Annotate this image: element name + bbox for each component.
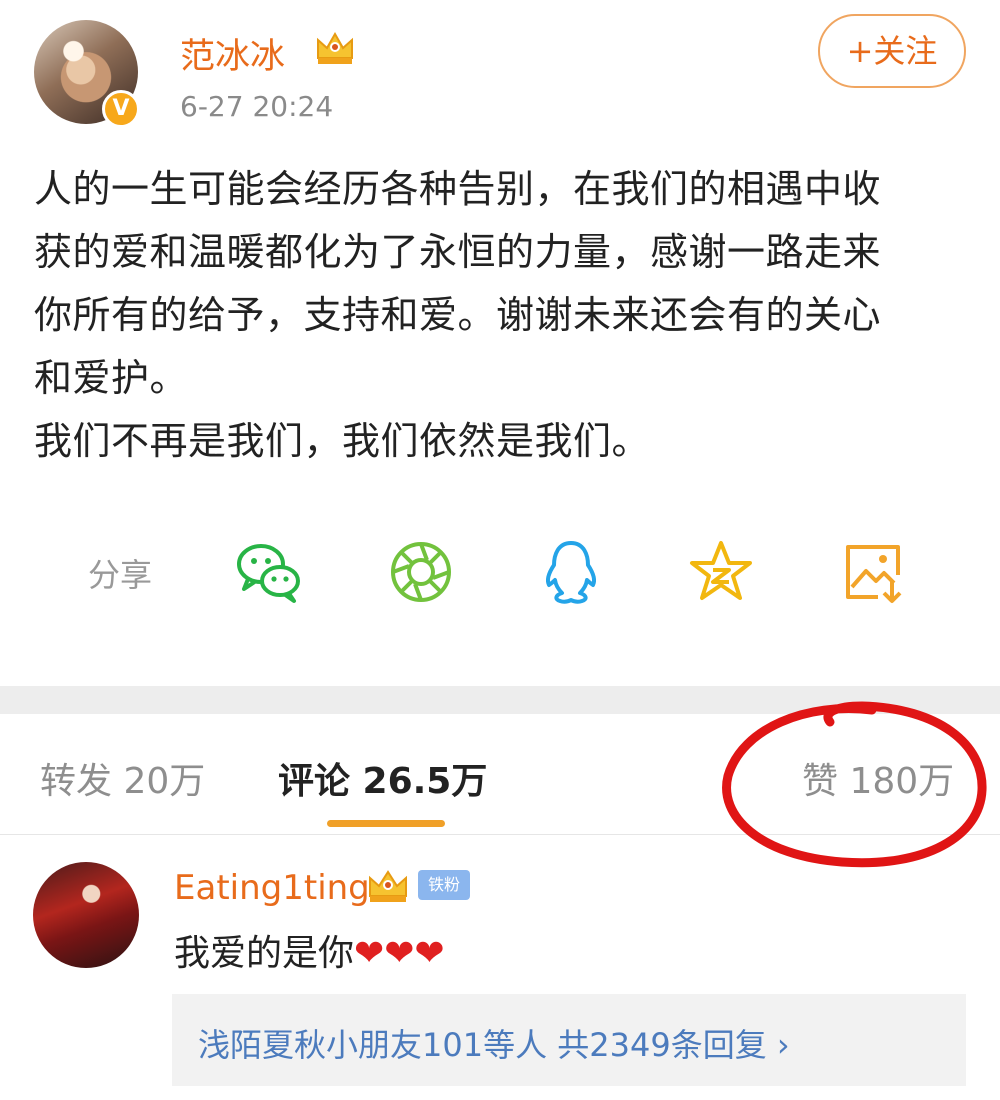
commenter-avatar[interactable] — [33, 862, 139, 968]
wechat-icon[interactable] — [234, 537, 304, 607]
qq-icon[interactable] — [536, 537, 606, 607]
post-timestamp: 6-27 20:24 — [180, 90, 334, 123]
vip-crown-icon — [317, 31, 353, 64]
vip-crown-icon — [369, 870, 407, 902]
tab-reposts[interactable]: 转发 20万 — [40, 752, 205, 804]
qzone-icon[interactable] — [686, 537, 756, 607]
comment-text: 我爱的是你❤❤❤ — [174, 933, 445, 974]
active-tab-indicator — [327, 820, 445, 827]
iron-fan-badge: 铁粉 — [418, 870, 470, 900]
post-content: 人的一生可能会经历各种告别，在我们的相遇中收 获的爱和温暖都化为了永恒的力量，感… — [34, 167, 882, 463]
red-annotation-circle — [722, 701, 987, 868]
follow-button[interactable]: +关注 — [818, 14, 966, 88]
view-replies-link[interactable]: 浅陌夏秋小朋友101等人 共2349条回复 › — [198, 1020, 790, 1066]
verified-badge-icon: V — [102, 90, 140, 128]
tab-comments[interactable]: 评论 26.5万 — [278, 752, 487, 804]
save-image-icon[interactable] — [838, 537, 908, 607]
author-name[interactable]: 范冰冰 — [180, 28, 285, 79]
moments-icon[interactable] — [386, 537, 456, 607]
share-label: 分享 — [88, 556, 153, 594]
commenter-name[interactable]: Eating1ting — [174, 868, 370, 908]
